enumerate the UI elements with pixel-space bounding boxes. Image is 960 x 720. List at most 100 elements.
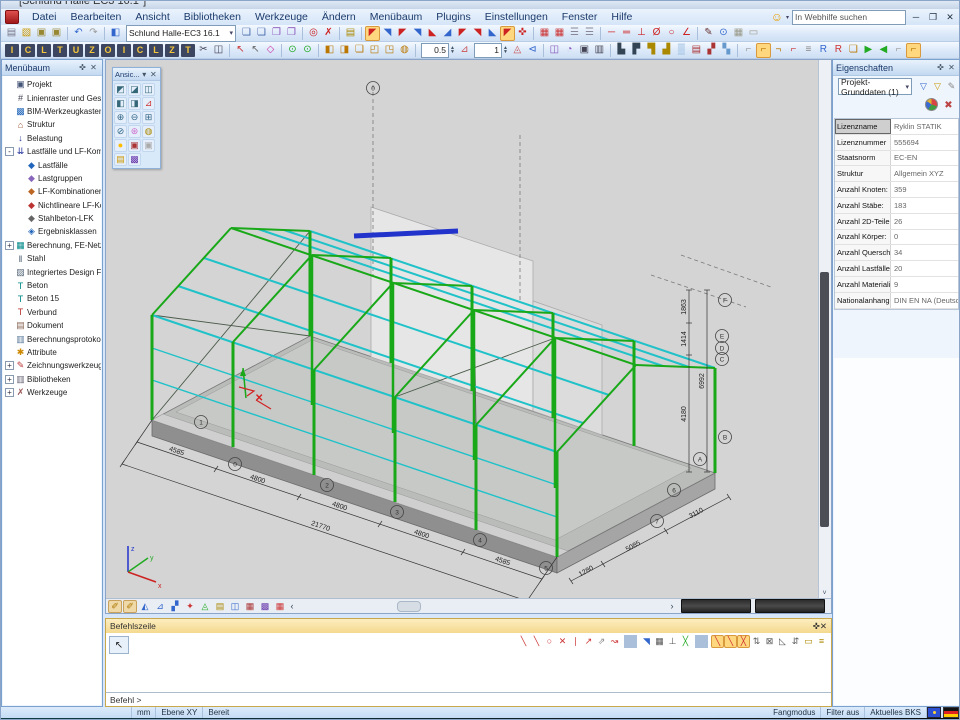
view-tab-icon[interactable]: ▦: [243, 600, 257, 613]
snap-icon[interactable]: ⇅: [750, 635, 763, 648]
toolbar-icon[interactable]: ◢: [440, 26, 455, 41]
property-row[interactable]: Anzahl Stäbe: 183: [835, 198, 958, 214]
toolbar-icon[interactable]: Z: [85, 44, 99, 57]
tab-scroll-left-icon[interactable]: ‹: [287, 601, 297, 611]
tree-item[interactable]: T Verbund: [5, 306, 101, 319]
tree-expander[interactable]: [16, 214, 25, 223]
web-help-search-input[interactable]: [792, 10, 906, 25]
toolbar-icon[interactable]: U: [69, 44, 83, 57]
pin-icon[interactable]: ✜: [77, 63, 88, 72]
toolbar-icon[interactable]: ▜: [644, 43, 659, 58]
menu-item[interactable]: Datei: [25, 10, 64, 24]
toolbar-icon[interactable]: ❏: [846, 43, 861, 58]
property-value[interactable]: 26: [891, 214, 958, 229]
tree-expander[interactable]: [5, 254, 14, 263]
snap-icon[interactable]: ⊥: [666, 635, 679, 648]
tree-expander[interactable]: [5, 308, 14, 317]
structure-drawing[interactable]: 4585 4800 4800 4800 4585 21770 1280 5085…: [106, 60, 821, 599]
snap-icon[interactable]: ╲: [711, 635, 724, 648]
toolbar-icon[interactable]: ◎: [306, 26, 321, 41]
toolbar-icon[interactable]: [697, 27, 698, 40]
tree-expander[interactable]: [16, 187, 25, 196]
toolbar-icon[interactable]: ◤: [395, 26, 410, 41]
toolbar-icon[interactable]: ◣: [485, 26, 500, 41]
toolbar-icon[interactable]: ▛: [629, 43, 644, 58]
tree-expander[interactable]: [16, 174, 25, 183]
toolbar-icon[interactable]: ▞: [704, 43, 719, 58]
undo-icon[interactable]: ↶: [71, 26, 86, 41]
snap-icon[interactable]: ◥: [640, 635, 653, 648]
save-icon[interactable]: ▣: [34, 26, 49, 41]
tree-expander[interactable]: [5, 120, 14, 129]
property-row[interactable]: Anzahl Lastfälle: 20: [835, 261, 958, 277]
pin-icon[interactable]: ✜: [813, 621, 820, 632]
snap-icon[interactable]: ╲: [517, 635, 530, 648]
toolbar-icon[interactable]: ▟: [659, 43, 674, 58]
view-tool-icon[interactable]: ▣: [142, 139, 155, 152]
german-flag-icon[interactable]: [943, 707, 959, 718]
toolbar-icon[interactable]: ▙: [614, 43, 629, 58]
tree-item[interactable]: ▨ Integriertes Design Forms: [5, 265, 101, 278]
scroll-down-icon[interactable]: ˅: [819, 590, 830, 597]
toolbar-icon[interactable]: [104, 27, 105, 40]
toolbar-icon[interactable]: ◍: [397, 43, 412, 58]
view-tool-icon[interactable]: ⊘: [114, 125, 127, 138]
tree-expander[interactable]: [5, 80, 14, 89]
toolbar-icon[interactable]: ◫: [547, 43, 562, 58]
view-tool-icon[interactable]: ◍: [142, 125, 155, 138]
property-row[interactable]: Anzahl Materialien: 9: [835, 277, 958, 293]
property-value[interactable]: 0: [891, 230, 958, 245]
toolbar-icon[interactable]: ⊥: [634, 26, 649, 41]
close-button[interactable]: ✕: [943, 12, 957, 23]
menu-item[interactable]: Ansicht: [128, 10, 176, 24]
vertical-scrollbar[interactable]: ˅: [818, 60, 831, 599]
toolbar-icon[interactable]: R: [831, 43, 846, 58]
toolbar-icon[interactable]: ↖: [248, 43, 263, 58]
menu-item[interactable]: Werkzeuge: [248, 10, 315, 24]
toolbar-icon[interactable]: ◇: [263, 43, 278, 58]
tree-item[interactable]: - ⇊ Lastfälle und LF-Kombinatic: [5, 145, 101, 158]
view-thumbnail[interactable]: [681, 599, 751, 613]
property-value[interactable]: 183: [891, 198, 958, 213]
tree-item[interactable]: + ▥ Bibliotheken: [5, 373, 101, 386]
status-filter[interactable]: Filter aus: [821, 707, 865, 718]
tree-item[interactable]: ◆ Lastgruppen: [5, 172, 101, 185]
toolbar-icon[interactable]: ☰: [582, 26, 597, 41]
toolbar-icon[interactable]: I: [117, 44, 131, 57]
property-row[interactable]: Struktur Allgemein XYZ: [835, 166, 958, 182]
toolbar-icon[interactable]: L: [149, 44, 163, 57]
collapse-icon[interactable]: ▾: [140, 70, 149, 79]
view-tab-icon[interactable]: ✐: [108, 600, 122, 613]
view-tab-icon[interactable]: ◬: [198, 600, 212, 613]
save-all-icon[interactable]: ▣: [49, 26, 64, 41]
tree-expander[interactable]: [5, 321, 14, 330]
tree-item[interactable]: + ▦ Berechnung, FE-Netz: [5, 239, 101, 252]
toolbar-icon[interactable]: ✎: [701, 26, 716, 41]
view-tool-icon[interactable]: ●: [114, 139, 127, 152]
view-tab-icon[interactable]: ◫: [228, 600, 242, 613]
status-ucs[interactable]: Aktuelles BKS: [865, 707, 927, 718]
view-tool-icon[interactable]: ⊞: [142, 111, 155, 124]
tree-item[interactable]: ◈ Ergebnisklassen: [5, 225, 101, 238]
tree-expander[interactable]: -: [5, 147, 14, 156]
toolbar-icon[interactable]: ◤: [365, 26, 380, 41]
tree-item[interactable]: ↓ Belastung: [5, 132, 101, 145]
tree-item[interactable]: + ✗ Werkzeuge: [5, 386, 101, 399]
spin-down-icon[interactable]: ▼: [503, 50, 508, 55]
status-snap-mode[interactable]: Fangmodus: [768, 707, 821, 718]
tree-expander[interactable]: +: [5, 388, 14, 397]
toolbar-icon[interactable]: O: [101, 44, 115, 57]
snap-icon[interactable]: ◺: [776, 635, 789, 648]
help-smiley-icon[interactable]: ☺: [771, 10, 783, 24]
tree-expander[interactable]: [5, 94, 14, 103]
view-tab-icon[interactable]: ◭: [138, 600, 152, 613]
new-icon[interactable]: ▤: [4, 26, 19, 41]
toolbar-icon[interactable]: ▤: [343, 26, 358, 41]
property-row[interactable]: Anzahl Knoten: 359: [835, 182, 958, 198]
view-tab-icon[interactable]: ⊿: [153, 600, 167, 613]
scrollbar-thumb[interactable]: [820, 272, 829, 527]
tree-item[interactable]: ▩ BIM-Werkzeugkasten: [5, 105, 101, 118]
pie-chart-icon[interactable]: [925, 98, 938, 111]
toolbar-icon[interactable]: [415, 44, 416, 57]
view-tab-icon[interactable]: ▤: [213, 600, 227, 613]
